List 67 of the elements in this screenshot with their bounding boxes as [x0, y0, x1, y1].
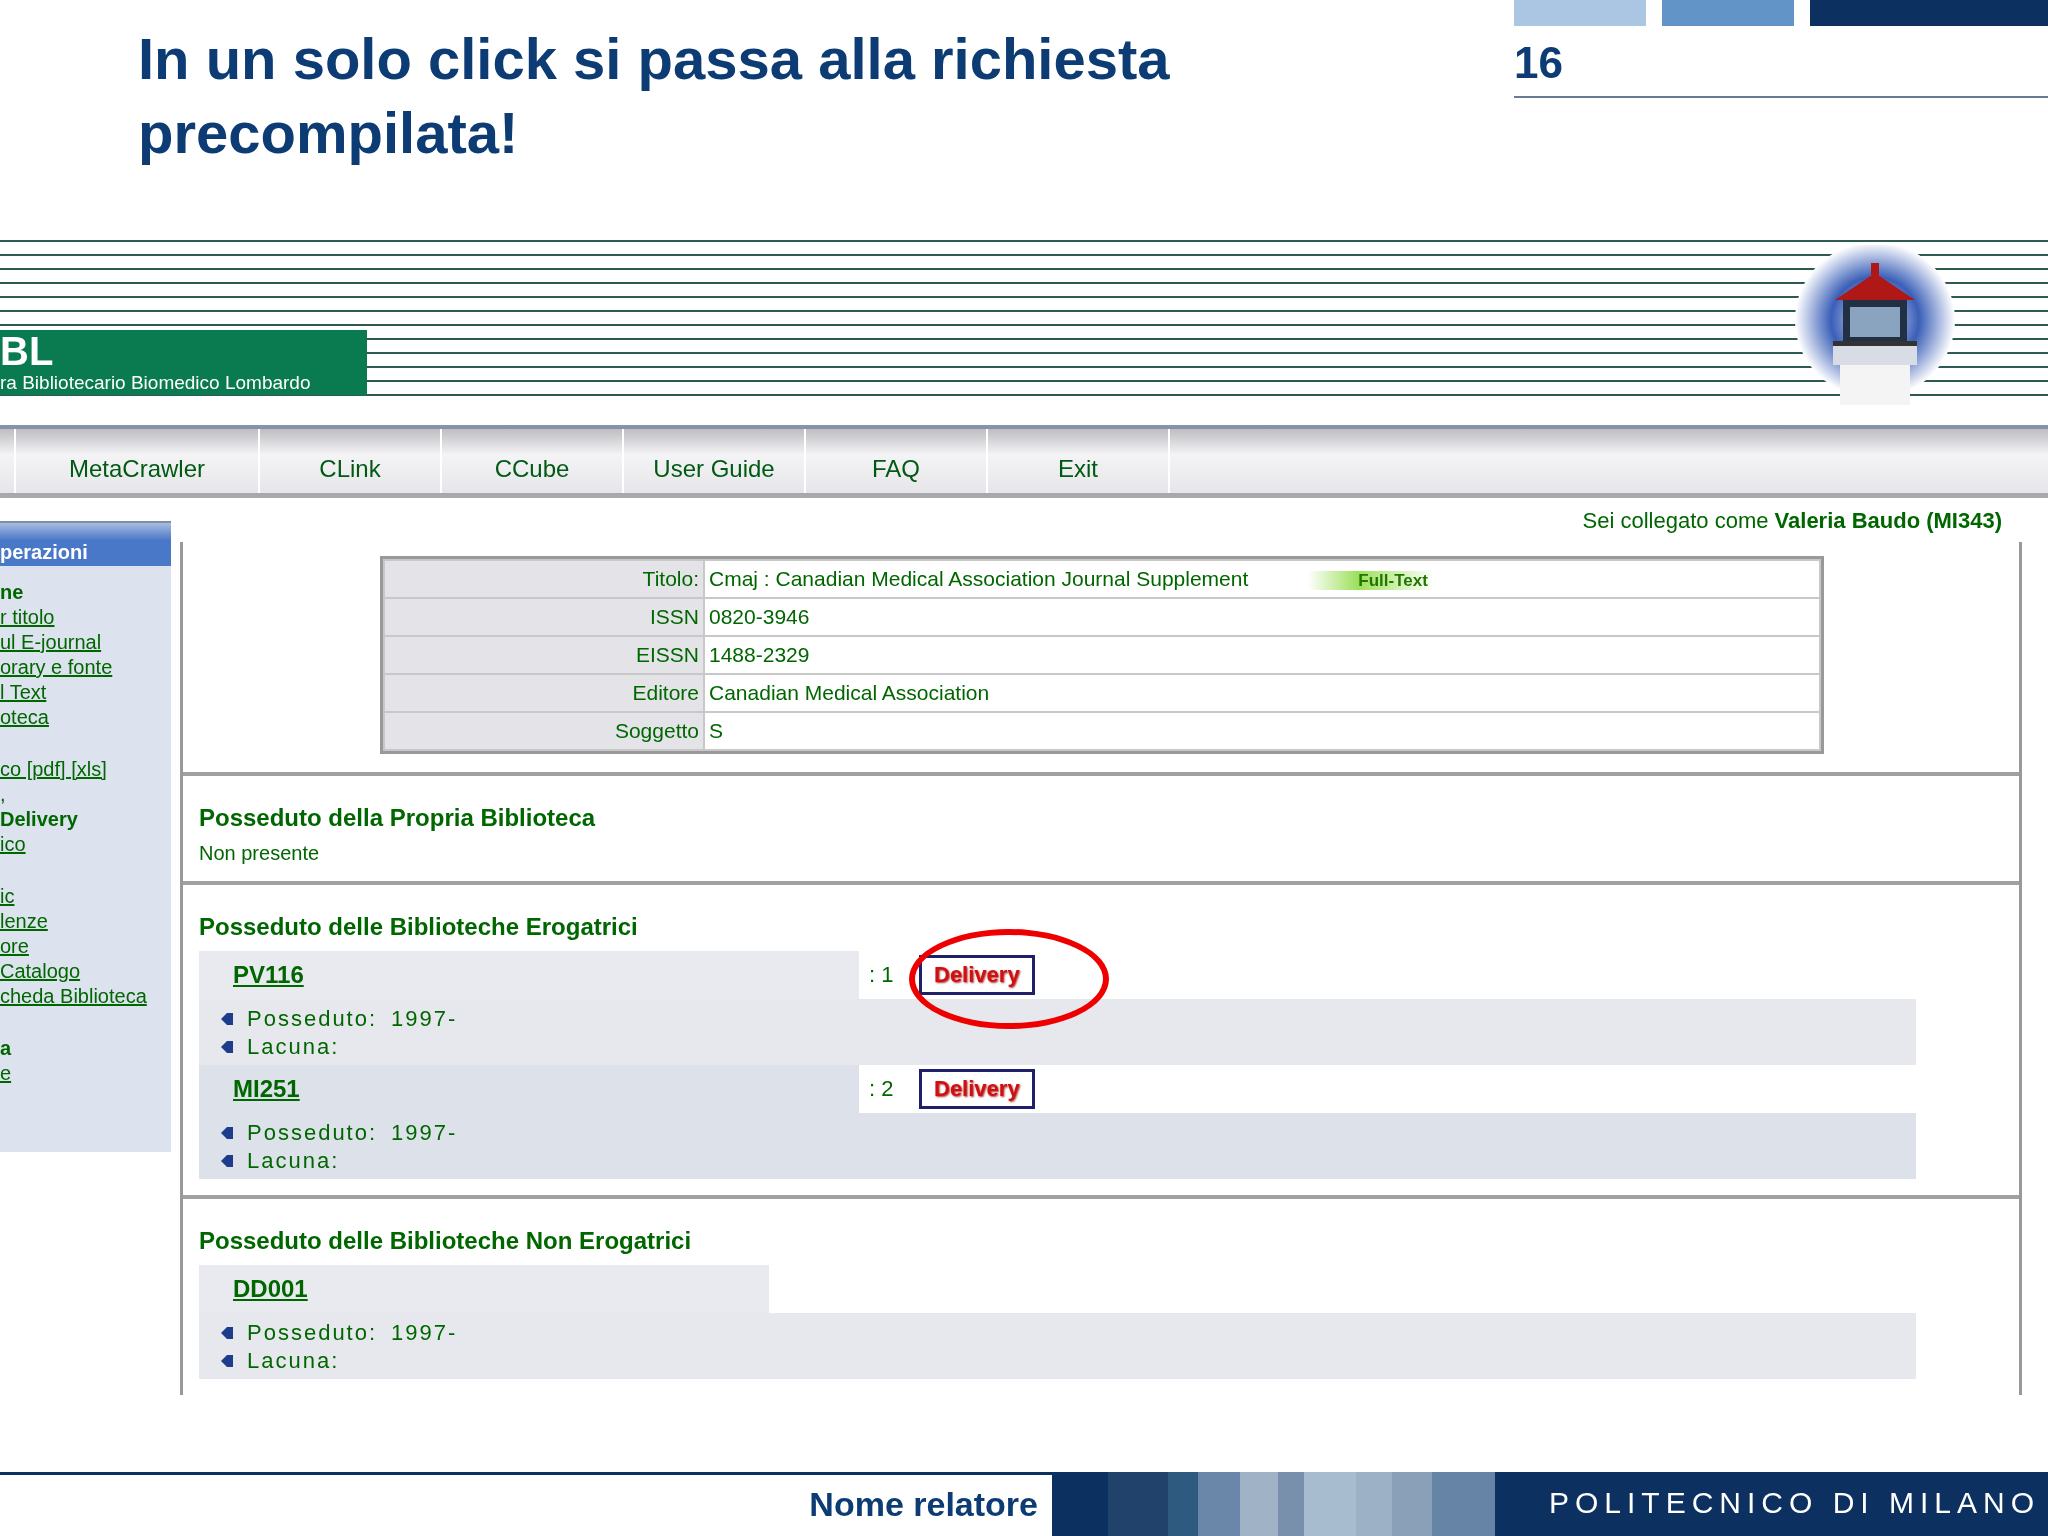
holding-label: Lacuna:	[247, 1148, 340, 1174]
nav-tab[interactable]: User Guide	[624, 429, 806, 493]
library-rank: : 1	[869, 962, 895, 988]
institution-name: POLITECNICO DI MILANO	[1495, 1472, 2048, 1536]
sidebar-text: a	[0, 1036, 12, 1061]
sidebar-link[interactable]: l Text	[0, 680, 47, 705]
holding-label: Lacuna:	[247, 1034, 340, 1060]
sidebar-link[interactable]: orary e fonte	[0, 655, 113, 680]
delivery-button[interactable]: Delivery	[919, 955, 1035, 995]
sidebar-text: ne	[0, 580, 24, 605]
library-code-link[interactable]: PV116	[199, 951, 859, 999]
bullet-icon	[221, 1127, 233, 1139]
table-cell: Soggetto	[385, 713, 703, 749]
sidebar-link[interactable]: ul E-journal	[0, 630, 102, 655]
login-status: Sei collegato come Valeria Baudo (MI343)	[1581, 508, 2003, 535]
sidebar-link[interactable]: co [pdf] [xls]	[0, 757, 107, 782]
sidebar-link[interactable]: lenze	[0, 909, 48, 934]
sidebar-link[interactable]: oteca	[0, 705, 49, 730]
site-logo: BL ra Bibliotecario Biomedico Lombardo	[0, 330, 367, 395]
speaker-name: Nome relatore	[0, 1472, 1052, 1536]
nav-tab[interactable]: FAQ	[806, 429, 988, 493]
holding-label: Posseduto:	[247, 1006, 378, 1032]
table-cell: EISSN	[385, 637, 703, 673]
sidebar-link[interactable]: Catalogo	[0, 959, 81, 984]
table-cell: 1488-2329	[705, 637, 1819, 673]
bullet-icon	[221, 1155, 233, 1167]
table-cell: Cmaj : Canadian Medical Association Journal Supplement Full-Text	[705, 561, 1819, 597]
bullet-icon	[221, 1013, 233, 1025]
bullet-icon	[221, 1327, 233, 1339]
table-cell: Canadian Medical Association	[705, 675, 1819, 711]
holding-value: 1997-	[391, 1320, 458, 1346]
table-cell: 0820-3946	[705, 599, 1819, 635]
bullet-icon	[221, 1355, 233, 1367]
sidebar-link[interactable]: ico	[0, 832, 26, 857]
table-cell: ISSN	[385, 599, 703, 635]
nav-tab[interactable]: Exit	[988, 429, 1170, 493]
library-code-link[interactable]: DD001	[199, 1265, 769, 1313]
sidebar-text: ,	[0, 782, 6, 807]
holding-label: Posseduto:	[247, 1320, 378, 1346]
sidebar-link[interactable]: e	[0, 1061, 12, 1086]
section-title: Posseduto della Propria Biblioteca	[199, 804, 596, 832]
nav-tab[interactable]: CCube	[442, 429, 624, 493]
section-note: Non presente	[199, 842, 320, 865]
library-rank: : 2	[869, 1076, 895, 1102]
section-title: Posseduto delle Biblioteche Non Erogatrici	[199, 1227, 692, 1255]
section-title: Posseduto delle Biblioteche Erogatrici	[199, 913, 638, 941]
holding-label: Lacuna:	[247, 1348, 340, 1374]
sidebar-text: Delivery	[0, 807, 78, 832]
holding-value: 1997-	[391, 1006, 458, 1032]
table-cell: S	[705, 713, 1819, 749]
slide-title: In un solo click si passa alla richiesta precompilata!	[138, 25, 1171, 167]
sidebar-link[interactable]: ore	[0, 934, 29, 959]
holding-value: 1997-	[391, 1120, 458, 1146]
page-number: 16	[1514, 26, 2048, 98]
sidebar-link[interactable]: ic	[0, 884, 15, 909]
table-cell: Editore	[385, 675, 703, 711]
delivery-button[interactable]: Delivery	[919, 1069, 1035, 1109]
sidebar-link[interactable]: cheda Biblioteca	[0, 984, 147, 1009]
nav-tab[interactable]: CLink	[260, 429, 442, 493]
table-cell: Titolo:	[385, 561, 703, 597]
holding-label: Posseduto:	[247, 1120, 378, 1146]
sidebar-header: perazioni	[0, 521, 171, 566]
nav-tab[interactable]: MetaCrawler	[16, 429, 260, 493]
full-text-badge[interactable]: Full-Text	[1308, 571, 1434, 590]
bullet-icon	[221, 1041, 233, 1053]
library-code-link[interactable]: MI251	[199, 1065, 859, 1113]
sidebar-link[interactable]: r titolo	[0, 605, 55, 630]
